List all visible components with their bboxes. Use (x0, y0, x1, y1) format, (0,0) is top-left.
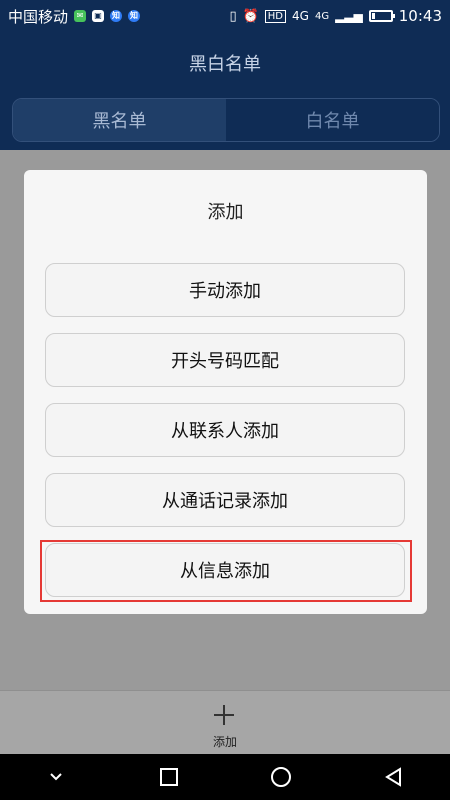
nav-home-button[interactable] (259, 761, 303, 793)
dialog-title: 添加 (207, 202, 244, 223)
status-left: 中国移动 ✉ ▣ 知 知 (8, 6, 141, 27)
add-from-call-log-button[interactable]: 从通话记录添加 (45, 473, 405, 527)
signal-icon: ▂▃▅ (335, 9, 363, 23)
plus-icon[interactable] (212, 703, 236, 727)
gallery-icon: ▣ (92, 10, 105, 22)
vibrate-icon: ▯ (229, 8, 237, 24)
bottom-toolbar: 添加 (0, 690, 450, 755)
alarm-icon: ⏰ (242, 8, 259, 24)
carrier-label: 中国移动 (8, 7, 69, 26)
tab-blacklist[interactable]: 黑名单 (13, 99, 226, 141)
system-nav-bar (0, 754, 450, 800)
battery-icon (368, 10, 395, 22)
chevron-down-icon (50, 773, 62, 781)
zhihu-icon: 知 (110, 10, 123, 22)
network-label: 4G (292, 9, 309, 23)
hd-icon: HD (264, 9, 287, 23)
list-type-tabs: 黑名单 白名单 (12, 98, 440, 142)
square-icon (159, 768, 178, 786)
add-from-contacts-button[interactable]: 从联系人添加 (45, 403, 405, 457)
zhihu-icon-2: 知 (128, 10, 141, 22)
network-label-2: 4G (314, 10, 330, 22)
circle-icon (271, 767, 292, 787)
triangle-back-icon (384, 767, 401, 787)
add-label[interactable]: 添加 (0, 733, 450, 750)
tab-whitelist[interactable]: 白名单 (226, 99, 439, 141)
status-right: ▯ ⏰ HD 4G 4G ▂▃▅ 10:43 (229, 7, 442, 25)
nav-recent-button[interactable] (147, 761, 191, 793)
add-dialog: 添加 手动添加 开头号码匹配 从联系人添加 从通话记录添加 从信息添加 (24, 170, 427, 614)
app-header: 黑白名单 黑名单 白名单 (0, 32, 450, 150)
nav-back-button[interactable] (372, 761, 416, 793)
prefix-match-button[interactable]: 开头号码匹配 (45, 333, 405, 387)
wechat-icon: ✉ (74, 10, 87, 22)
nav-dropdown-button[interactable] (34, 761, 78, 793)
status-bar: 中国移动 ✉ ▣ 知 知 ▯ ⏰ HD 4G 4G ▂▃▅ 10:43 (0, 0, 450, 32)
manual-add-button[interactable]: 手动添加 (45, 263, 405, 317)
add-from-messages-button[interactable]: 从信息添加 (45, 543, 405, 597)
time-label: 10:43 (398, 7, 442, 25)
page-title: 黑白名单 (189, 54, 261, 75)
